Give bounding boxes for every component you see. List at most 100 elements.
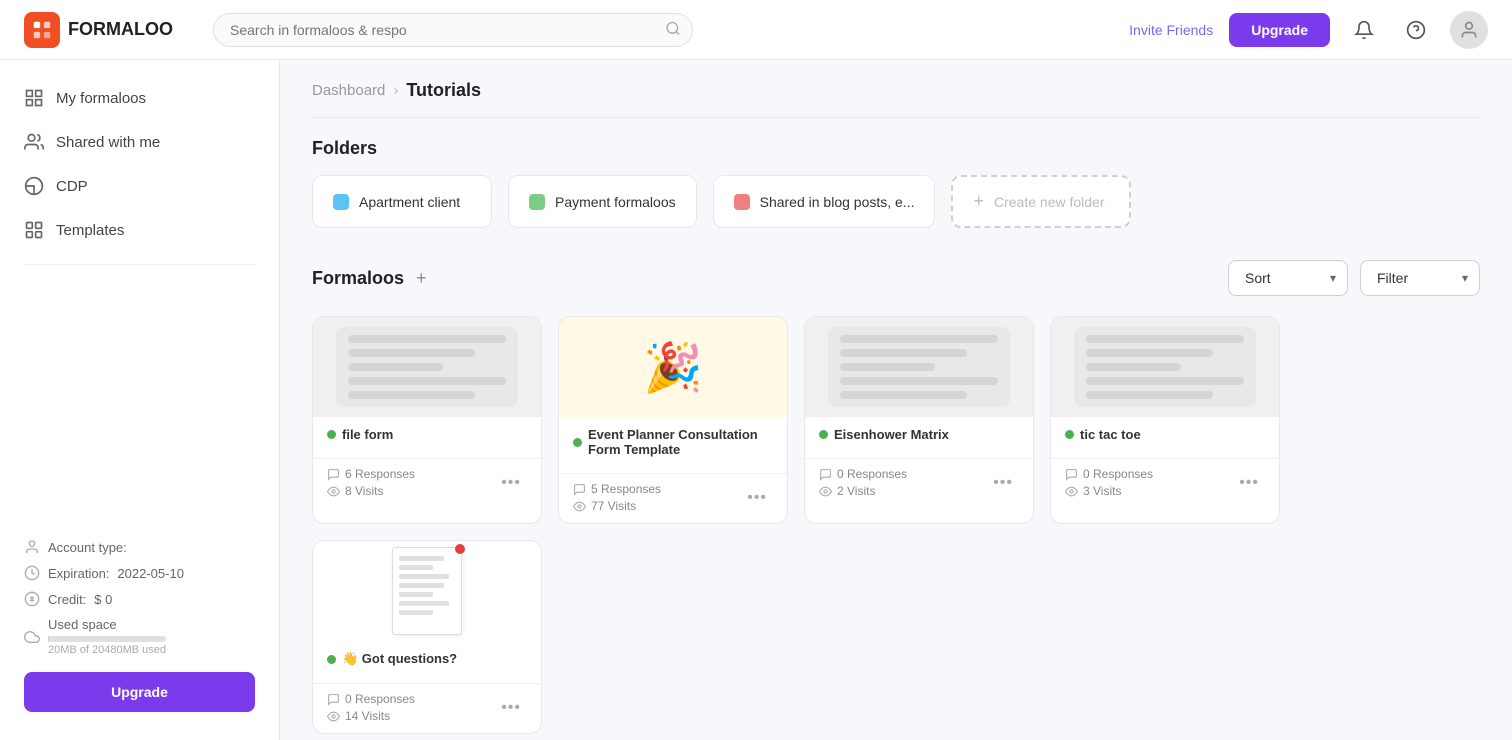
upgrade-button[interactable]: Upgrade	[1229, 13, 1330, 47]
user-avatar-button[interactable]	[1450, 11, 1488, 49]
storage-bar	[48, 636, 166, 642]
folder-dot-shared-blog	[734, 194, 750, 210]
chart-icon	[24, 176, 44, 196]
sidebar-item-templates[interactable]: Templates	[0, 208, 279, 252]
formaloos-section-title: Formaloos	[312, 268, 404, 289]
sidebar: My formaloos Shared with me CDP Templa	[0, 60, 280, 740]
top-divider	[312, 117, 1480, 118]
search-bar	[213, 13, 693, 47]
status-dot-event-planner	[573, 438, 582, 447]
users-icon	[24, 132, 44, 152]
formalo-body-eisenhower: Eisenhower Matrix	[805, 417, 1033, 458]
create-folder-label: Create new folder	[994, 194, 1105, 210]
credit-value: $ 0	[94, 592, 112, 607]
search-input[interactable]	[213, 13, 693, 47]
storage-bar-fill	[48, 636, 49, 642]
folder-apartment[interactable]: Apartment client	[312, 175, 492, 228]
invite-friends-button[interactable]: Invite Friends	[1129, 22, 1213, 38]
formalo-card-file-form[interactable]: file form 6 Responses 8 Visits	[312, 316, 542, 524]
cloud-icon	[24, 629, 40, 645]
notifications-button[interactable]	[1346, 12, 1382, 48]
more-button-tic-tac-toe[interactable]: •••	[1233, 472, 1265, 494]
sidebar-item-my-formaloos[interactable]: My formaloos	[0, 76, 279, 120]
logo[interactable]: FORMALOO	[24, 12, 173, 48]
more-button-got-questions[interactable]: •••	[495, 697, 527, 719]
formalo-card-eisenhower[interactable]: Eisenhower Matrix 0 Responses 2 Visits	[804, 316, 1034, 524]
formalo-body-tic-tac-toe: tic tac toe	[1051, 417, 1279, 458]
formalo-card-tic-tac-toe[interactable]: tic tac toe 0 Responses 3 Visits	[1050, 316, 1280, 524]
used-space-row: Used space 20MB of 20480MB used	[24, 617, 255, 656]
expiration-label: Expiration:	[48, 566, 109, 581]
status-dot-got-questions	[327, 655, 336, 664]
visits-stat: 3 Visits	[1065, 484, 1153, 498]
responses-icon	[327, 693, 340, 706]
grid-icon	[24, 88, 44, 108]
sidebar-item-shared-with-me[interactable]: Shared with me	[0, 120, 279, 164]
more-button-eisenhower[interactable]: •••	[987, 472, 1019, 494]
breadcrumb: Dashboard › Tutorials	[312, 60, 1480, 117]
filter-dropdown-wrap: Filter	[1360, 260, 1480, 296]
folder-apartment-label: Apartment client	[359, 194, 460, 210]
formalo-thumb-eisenhower	[805, 317, 1033, 417]
formalo-name-event-planner: Event Planner Consultation Form Template	[573, 427, 773, 457]
main-layout: My formaloos Shared with me CDP Templa	[0, 60, 1512, 740]
folder-shared-blog-label: Shared in blog posts, e...	[760, 194, 915, 210]
used-space-value: 20MB of 20480MB used	[48, 644, 166, 656]
visits-stat: 8 Visits	[327, 484, 415, 498]
formalo-thumb-got-questions	[313, 541, 541, 641]
formalo-footer-file-form: 6 Responses 8 Visits •••	[313, 458, 541, 508]
folder-dot-payment	[529, 194, 545, 210]
account-info: Account type: Expiration: 2022-05-10 Cre…	[24, 539, 255, 656]
status-dot-eisenhower	[819, 430, 828, 439]
expiration-row: Expiration: 2022-05-10	[24, 565, 255, 581]
sidebar-item-cdp-label: CDP	[56, 178, 88, 195]
party-icon: 🎉	[643, 339, 703, 396]
create-folder-card[interactable]: + Create new folder	[951, 175, 1131, 228]
formalo-card-event-planner[interactable]: 🎉 Event Planner Consultation Form Templa…	[558, 316, 788, 524]
help-button[interactable]	[1398, 12, 1434, 48]
formalo-name-tic-tac-toe: tic tac toe	[1065, 427, 1265, 442]
formalo-thumb-tic-tac-toe	[1051, 317, 1279, 417]
formalo-stats-eisenhower: 0 Responses 2 Visits	[819, 467, 907, 498]
sort-dropdown[interactable]: Sort	[1228, 260, 1348, 296]
status-dot-file-form	[327, 430, 336, 439]
formaloos-controls: Formaloos + Sort Filter	[312, 260, 1480, 296]
thumb-grey-eisenhower	[828, 327, 1010, 407]
search-button[interactable]	[665, 20, 681, 39]
eye-icon	[1065, 485, 1078, 498]
breadcrumb-dashboard[interactable]: Dashboard	[312, 82, 385, 99]
visits-stat: 77 Visits	[573, 499, 661, 513]
sort-filter-row: Sort Filter	[1228, 260, 1480, 296]
sidebar-item-cdp[interactable]: CDP	[0, 164, 279, 208]
add-formaloo-button[interactable]: +	[416, 268, 427, 289]
formalo-name-file-form: file form	[327, 427, 527, 442]
formalo-stats-file-form: 6 Responses 8 Visits	[327, 467, 415, 498]
folders-section-title: Folders	[312, 138, 1480, 159]
folder-shared-blog[interactable]: Shared in blog posts, e...	[713, 175, 936, 228]
responses-stat: 0 Responses	[327, 692, 415, 706]
formalo-card-got-questions[interactable]: 👋 Got questions? 0 Responses 14 Visits	[312, 540, 542, 734]
breadcrumb-current: Tutorials	[406, 80, 481, 101]
more-button-file-form[interactable]: •••	[495, 472, 527, 494]
account-type-row: Account type:	[24, 539, 255, 555]
sidebar-bottom: Account type: Expiration: 2022-05-10 Cre…	[0, 527, 279, 724]
formalo-footer-got-questions: 0 Responses 14 Visits •••	[313, 683, 541, 733]
formalo-footer-tic-tac-toe: 0 Responses 3 Visits •••	[1051, 458, 1279, 508]
filter-dropdown[interactable]: Filter	[1360, 260, 1480, 296]
responses-icon	[573, 483, 586, 496]
doc-red-dot	[455, 544, 465, 554]
breadcrumb-separator: ›	[393, 82, 398, 99]
formalo-footer-event-planner: 5 Responses 77 Visits •••	[559, 473, 787, 523]
thumb-grey-file-form	[336, 327, 518, 407]
more-button-event-planner[interactable]: •••	[741, 487, 773, 509]
formalo-body-file-form: file form	[313, 417, 541, 458]
sidebar-divider	[24, 264, 255, 265]
upgrade-sidebar-button[interactable]: Upgrade	[24, 672, 255, 712]
eye-icon	[819, 485, 832, 498]
folder-payment[interactable]: Payment formaloos	[508, 175, 697, 228]
status-dot-tic-tac-toe	[1065, 430, 1074, 439]
formalo-thumb-event-planner: 🎉	[559, 317, 787, 417]
formalo-stats-event-planner: 5 Responses 77 Visits	[573, 482, 661, 513]
formalo-footer-eisenhower: 0 Responses 2 Visits •••	[805, 458, 1033, 508]
clock-icon	[24, 565, 40, 581]
